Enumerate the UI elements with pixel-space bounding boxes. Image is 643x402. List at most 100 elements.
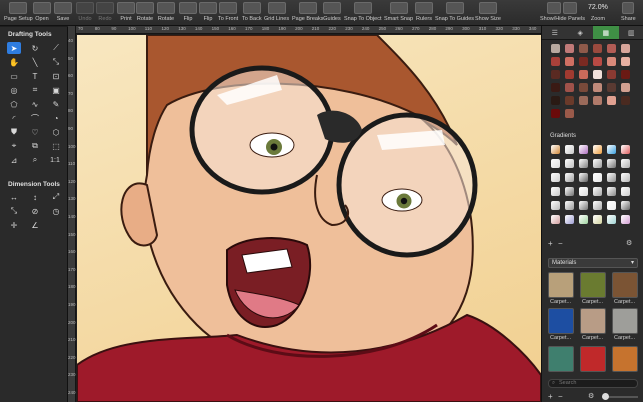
rotate-tool-icon[interactable]: ↻ <box>28 42 42 54</box>
gradient-swatch[interactable] <box>621 187 630 196</box>
scale-tool[interactable]: 1:1 <box>46 154 64 166</box>
bezier-tool-icon[interactable]: ⌒ <box>28 112 42 124</box>
gradient-swatch[interactable] <box>607 145 616 154</box>
pointer-tool-icon[interactable]: ➤ <box>7 42 21 54</box>
remove-icon[interactable]: − <box>558 392 563 401</box>
gradient-swatch[interactable] <box>593 173 602 182</box>
fill-tool-icon[interactable]: ⛊ <box>7 126 21 138</box>
color-swatch[interactable] <box>565 96 574 105</box>
search-input[interactable]: ⌕ Search <box>548 379 638 388</box>
print-button[interactable]: Print <box>117 2 135 22</box>
multiline-tool-icon[interactable]: ⤡ <box>49 56 63 68</box>
page-setup-button[interactable]: Page Setup <box>4 2 33 22</box>
color-swatch[interactable] <box>621 44 630 53</box>
color-swatch[interactable] <box>551 109 560 118</box>
show-size-button[interactable]: Show Size <box>475 2 501 22</box>
material-swatch[interactable] <box>580 272 606 298</box>
material-swatch[interactable] <box>548 272 574 298</box>
text-tool-icon[interactable]: T <box>28 70 42 82</box>
gradient-swatch[interactable] <box>579 159 588 168</box>
curve-tool-icon[interactable]: ∿ <box>28 98 42 110</box>
gradient-swatch[interactable] <box>593 145 602 154</box>
color-swatch[interactable] <box>579 96 588 105</box>
gradient-swatch[interactable] <box>579 145 588 154</box>
gradient-swatch[interactable] <box>551 215 560 224</box>
text-box-tool-icon[interactable]: ⊡ <box>49 70 63 82</box>
open-button[interactable]: Open <box>33 2 51 22</box>
gradient-swatch[interactable] <box>621 173 630 182</box>
gradient-swatch[interactable] <box>551 145 560 154</box>
drawing-canvas[interactable] <box>77 35 541 402</box>
color-swatch[interactable] <box>593 44 602 53</box>
circle-tool-icon[interactable]: ◎ <box>7 84 21 96</box>
color-swatch[interactable] <box>621 57 630 66</box>
material-swatch[interactable] <box>580 308 606 334</box>
gradient-swatch[interactable] <box>565 187 574 196</box>
gradient-swatch[interactable] <box>551 201 560 210</box>
material-swatch[interactable] <box>580 346 606 372</box>
pie-tool-icon[interactable]: ◔ <box>49 112 63 124</box>
rectangle-tool-icon[interactable]: ▭ <box>7 70 21 82</box>
color-swatch[interactable] <box>607 96 616 105</box>
material-swatch[interactable] <box>548 346 574 372</box>
color-swatch[interactable] <box>607 44 616 53</box>
gear-icon[interactable]: ⚙ <box>626 239 632 247</box>
gradient-swatch[interactable] <box>579 215 588 224</box>
horizontal-dimension-icon[interactable]: ↔ <box>7 191 21 203</box>
color-swatch[interactable] <box>579 57 588 66</box>
gradient-swatch[interactable] <box>551 159 560 168</box>
diagonal-line-tool-icon[interactable]: ╲ <box>28 56 42 68</box>
gradient-swatch[interactable] <box>621 159 630 168</box>
material-swatch[interactable] <box>612 308 638 334</box>
radius-dimension-icon[interactable]: ◷ <box>49 205 63 217</box>
gear-icon[interactable]: ⚙ <box>588 392 594 400</box>
color-swatch[interactable] <box>551 83 560 92</box>
gradient-swatch[interactable] <box>565 159 574 168</box>
snap-to-guides-button[interactable]: Snap To Guides <box>435 2 474 22</box>
add-icon[interactable]: + <box>548 239 553 248</box>
zoom-control[interactable]: 72.0% Zoom <box>588 2 608 22</box>
color-swatch[interactable] <box>621 70 630 79</box>
grid-lines-button[interactable]: Grid Lines <box>264 2 289 22</box>
color-swatch[interactable] <box>621 83 630 92</box>
save-button[interactable]: Save <box>54 2 72 22</box>
gradient-swatch[interactable] <box>593 159 602 168</box>
vertical-dimension-icon[interactable]: ↕ <box>28 191 42 203</box>
gradient-swatch[interactable] <box>621 215 630 224</box>
gradient-swatch[interactable] <box>607 187 616 196</box>
add-icon[interactable]: + <box>548 392 553 401</box>
color-swatch[interactable] <box>593 57 602 66</box>
undo-button[interactable]: Undo <box>76 2 94 22</box>
snap-to-object-button[interactable]: Snap To Object <box>344 2 382 22</box>
to-front-button[interactable]: To Front <box>218 2 238 22</box>
size-slider[interactable] <box>602 393 638 400</box>
color-swatch[interactable] <box>621 96 630 105</box>
color-swatch[interactable] <box>565 57 574 66</box>
gradient-swatch[interactable] <box>607 173 616 182</box>
material-swatch[interactable] <box>612 272 638 298</box>
center-mark-icon[interactable]: ✛ <box>7 219 21 231</box>
color-swatch[interactable] <box>551 70 560 79</box>
material-swatch[interactable] <box>612 346 638 372</box>
slider-handle[interactable] <box>602 393 609 400</box>
pen-tool-icon[interactable]: ✎ <box>49 98 63 110</box>
node-tool-icon[interactable]: ⌖ <box>7 140 21 152</box>
heart-shape-icon[interactable]: ♡ <box>28 126 42 138</box>
shape-tool-icon[interactable]: ⬡ <box>49 126 63 138</box>
show-hide-panels-button[interactable]: Show/Hide Panels <box>540 2 585 22</box>
gradient-swatch[interactable] <box>551 173 560 182</box>
gradient-swatch[interactable] <box>565 215 574 224</box>
gradient-swatch[interactable] <box>607 201 616 210</box>
page-breaks-button[interactable]: Page Breaks <box>292 2 324 22</box>
flip-vertical-button[interactable]: Flip <box>199 2 217 22</box>
color-swatch[interactable] <box>607 83 616 92</box>
tab-stats[interactable]: ▥ <box>619 26 643 39</box>
tab-adjust[interactable]: ☰ <box>542 26 568 39</box>
line-tool-icon[interactable]: ⟋ <box>49 42 63 54</box>
materials-dropdown[interactable]: Materials ▾ <box>548 258 638 268</box>
to-back-button[interactable]: To Back <box>242 2 262 22</box>
connector-tool-icon[interactable]: ⧉ <box>28 140 42 152</box>
color-swatch[interactable] <box>579 70 588 79</box>
polygon-tool-icon[interactable]: ⬠ <box>7 98 21 110</box>
color-swatch[interactable] <box>565 70 574 79</box>
